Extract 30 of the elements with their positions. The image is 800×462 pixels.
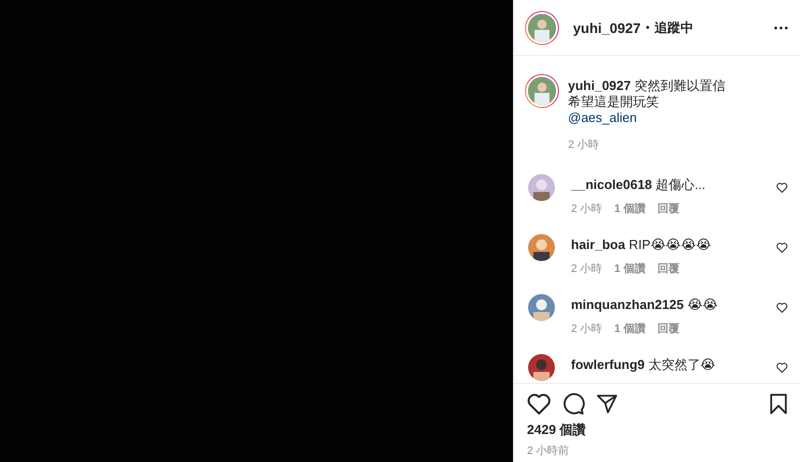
follow-status[interactable]: 追蹤中 xyxy=(654,18,694,36)
caption-text: 希望這是開玩笑 xyxy=(568,94,660,110)
timestamp: 2 小時 xyxy=(568,138,600,152)
mention-link[interactable]: @aes_alien xyxy=(568,110,637,125)
comment-text: 😭😭 xyxy=(687,297,718,312)
bookmark-icon[interactable] xyxy=(769,392,788,414)
comment-text: 超傷心... xyxy=(656,177,706,192)
more-icon[interactable] xyxy=(774,26,788,30)
heart-icon[interactable] xyxy=(776,302,788,313)
username-link[interactable]: __nicole0618 xyxy=(571,177,652,192)
heart-icon[interactable] xyxy=(776,242,788,253)
likes-count[interactable]: 2429 個讚 xyxy=(527,421,788,439)
timestamp: 2 小時 xyxy=(571,322,602,336)
username-link[interactable]: minquanzhan2125 xyxy=(571,297,684,312)
timestamp: 2 小時 xyxy=(571,202,602,216)
comment-text: RIP😭😭😭😭 xyxy=(628,237,712,252)
username-link[interactable]: hair_boa xyxy=(571,237,626,252)
heart-icon[interactable] xyxy=(776,362,788,373)
timestamp: 2 小時前 xyxy=(527,444,570,458)
username-link[interactable]: yuhi_0927 xyxy=(573,20,641,36)
heart-icon[interactable] xyxy=(527,392,551,414)
timestamp: 2 小時 xyxy=(571,262,602,276)
username-link[interactable]: fowlerfung9 xyxy=(571,357,645,372)
username-link[interactable]: yuhi_0927 xyxy=(568,78,631,93)
heart-icon[interactable] xyxy=(776,182,788,193)
caption-text: 突然到難以置信 xyxy=(634,78,726,93)
comment-icon[interactable] xyxy=(562,392,585,415)
send-icon[interactable] xyxy=(596,392,618,414)
comment-text: 太突然了😭 xyxy=(648,357,716,372)
separator-dot: • xyxy=(646,22,650,34)
